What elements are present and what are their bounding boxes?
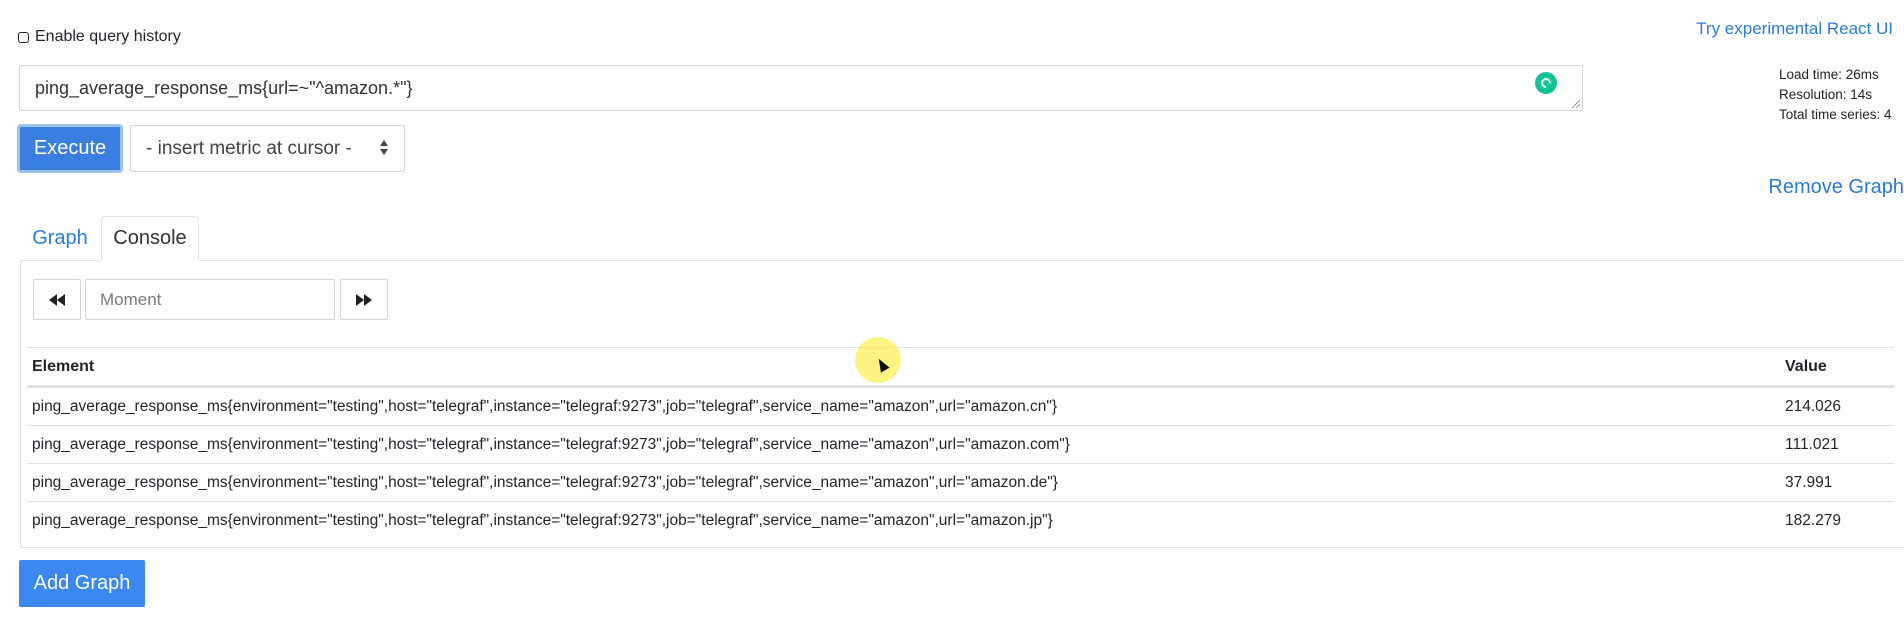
resolution: Resolution: 14s [1779, 87, 1873, 102]
load-time: Load time: 26ms [1779, 67, 1879, 82]
resize-grip-icon[interactable] [1572, 100, 1580, 108]
row-value: 182.279 [1785, 512, 1842, 529]
query-history-checkbox[interactable] [18, 31, 29, 43]
grammarly-icon[interactable] [1535, 72, 1557, 94]
table-row: ping_average_response_ms{environment="te… [27, 501, 1894, 539]
time-back-button[interactable] [33, 279, 81, 320]
row-element: ping_average_response_ms{environment="te… [32, 474, 1058, 491]
tab-graph[interactable]: Graph [20, 216, 100, 261]
total-time-series: Total time series: 4 [1779, 107, 1892, 122]
row-element: ping_average_response_ms{environment="te… [32, 436, 1070, 453]
add-graph-button[interactable]: Add Graph [19, 560, 145, 607]
table-row: ping_average_response_ms{environment="te… [27, 387, 1894, 425]
results-table: Element Value ping_average_response_ms{e… [27, 347, 1894, 539]
query-history-toggle[interactable]: Enable query history [18, 28, 181, 46]
metric-select[interactable]: - insert metric at cursor - [130, 125, 405, 172]
remove-graph-link[interactable]: Remove Graph [1768, 176, 1904, 199]
table-header: Element Value [27, 347, 1894, 387]
query-stats: Load time: 26ms Resolution: 14s Total ti… [1779, 65, 1892, 125]
react-ui-link[interactable]: Try experimental React UI [1696, 19, 1893, 39]
metric-select-value: - insert metric at cursor - [146, 137, 352, 159]
table-row: ping_average_response_ms{environment="te… [27, 463, 1894, 501]
fast-forward-icon [356, 293, 372, 306]
expression-text[interactable]: ping_average_response_ms{url=~"^amazon.*… [35, 78, 412, 99]
tab-console[interactable]: Console [101, 216, 199, 261]
moment-input[interactable] [85, 279, 335, 320]
expression-input[interactable]: ping_average_response_ms{url=~"^amazon.*… [19, 65, 1583, 111]
row-value: 214.026 [1785, 398, 1842, 415]
select-arrows-icon [380, 140, 388, 155]
query-history-label: Enable query history [35, 28, 181, 45]
row-element: ping_average_response_ms{environment="te… [32, 512, 1053, 529]
time-forward-button[interactable] [340, 279, 388, 320]
column-element: Element [32, 358, 95, 375]
table-row: ping_average_response_ms{environment="te… [27, 425, 1894, 463]
row-value: 37.991 [1785, 474, 1833, 491]
row-value: 111.021 [1785, 436, 1839, 453]
row-element: ping_average_response_ms{environment="te… [32, 398, 1058, 415]
execute-button[interactable]: Execute [17, 124, 123, 173]
fast-backward-icon [49, 293, 65, 306]
column-value: Value [1785, 358, 1827, 375]
